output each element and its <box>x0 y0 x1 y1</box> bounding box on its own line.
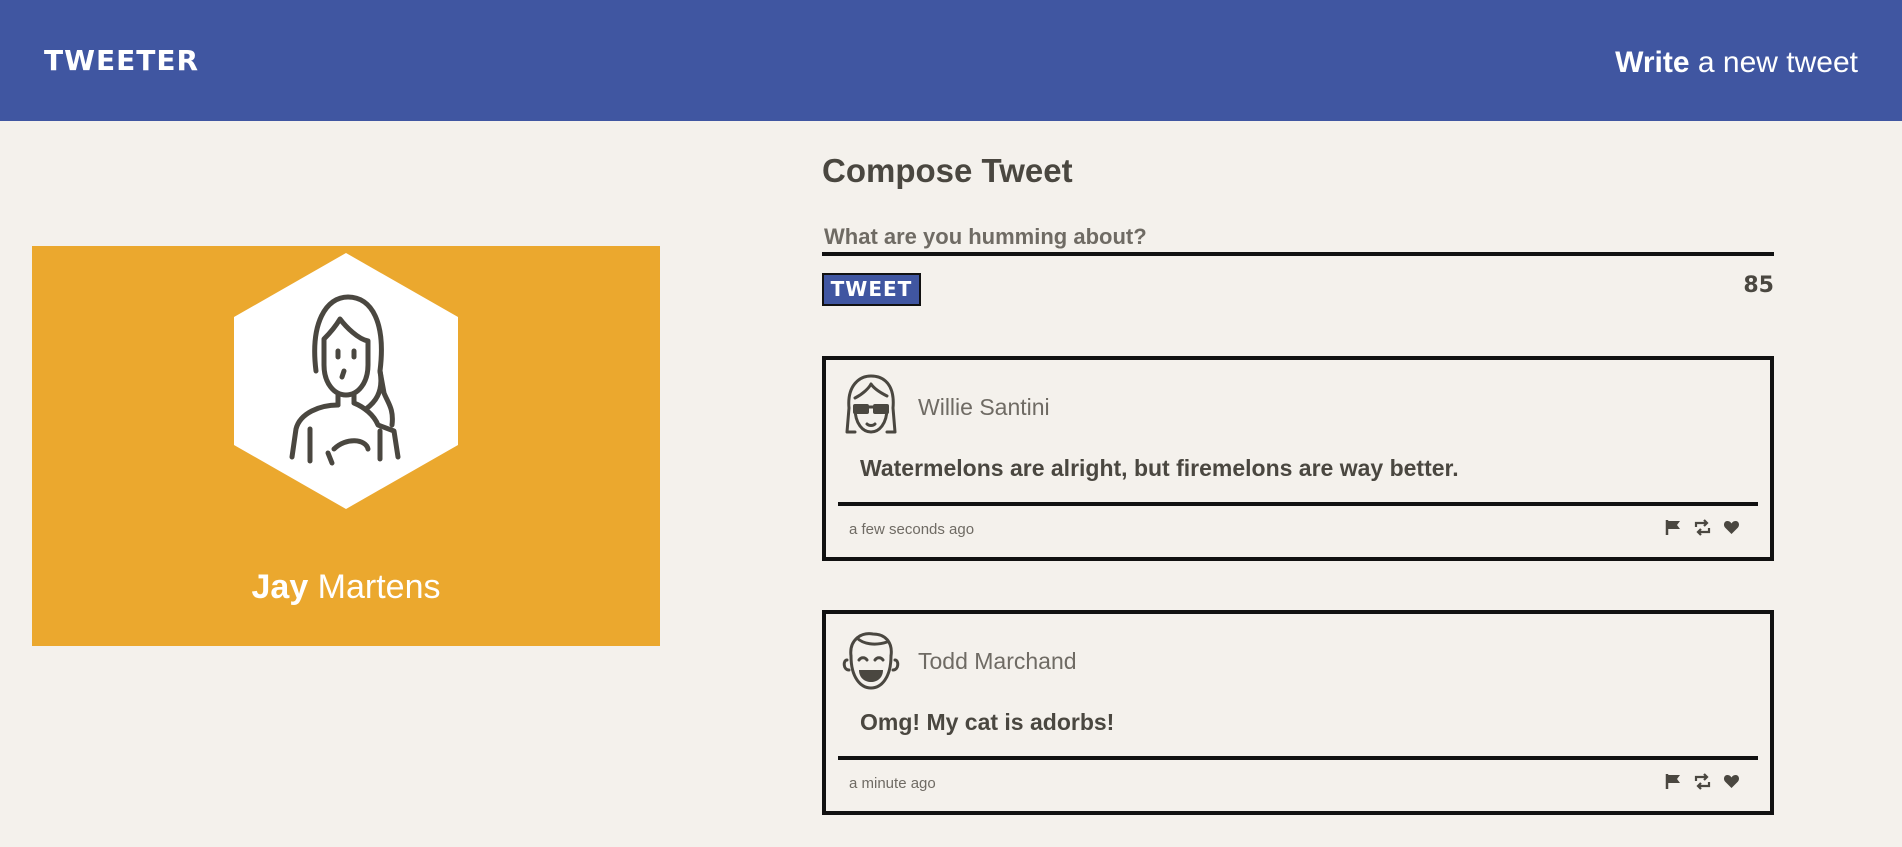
woman-avatar-icon <box>234 253 458 509</box>
retweet-icon[interactable] <box>1694 519 1711 536</box>
tweet-text: Omg! My cat is adorbs! <box>860 709 1115 735</box>
compose-tweet-input[interactable] <box>822 222 1774 256</box>
compose-title: Compose Tweet <box>822 152 1073 189</box>
profile-last-name: Martens <box>308 568 441 606</box>
tweet-timestamp: a few seconds ago <box>849 521 975 538</box>
tweet-divider <box>838 502 1758 506</box>
tweet-author[interactable]: Willie Santini <box>918 394 1050 421</box>
flag-icon[interactable] <box>1665 519 1682 536</box>
tweet-submit-button[interactable]: TWEET <box>822 273 921 306</box>
tweet-divider <box>838 756 1758 760</box>
flag-icon[interactable] <box>1665 773 1682 790</box>
tweet-card: Todd Marchand Omg! My cat is adorbs! a m… <box>822 610 1774 815</box>
profile-name: Jay Martens <box>32 568 660 607</box>
tweet-card: Willie Santini Watermelons are alright, … <box>822 356 1774 561</box>
profile-card: Jay Martens <box>32 246 660 646</box>
smiling-man-avatar-icon <box>841 626 901 694</box>
heart-icon[interactable] <box>1723 773 1740 790</box>
tweet-timestamp: a minute ago <box>849 775 936 792</box>
character-counter: 85 <box>1743 273 1774 298</box>
brand-logo[interactable]: TWEETER <box>44 44 199 77</box>
write-link-rest: a new tweet <box>1689 46 1858 79</box>
sunglasses-avatar-icon <box>841 372 901 440</box>
tweet-actions <box>1665 519 1740 536</box>
retweet-icon[interactable] <box>1694 773 1711 790</box>
tweet-author[interactable]: Todd Marchand <box>918 648 1077 675</box>
write-new-tweet-link[interactable]: Write a new tweet <box>1615 46 1858 80</box>
top-nav-bar: TWEETER Write a new tweet <box>0 0 1902 121</box>
profile-first-name: Jay <box>251 568 309 606</box>
tweet-actions <box>1665 773 1740 790</box>
tweet-text: Watermelons are alright, but firemelons … <box>860 455 1459 481</box>
write-link-strong: Write <box>1615 46 1690 79</box>
heart-icon[interactable] <box>1723 519 1740 536</box>
